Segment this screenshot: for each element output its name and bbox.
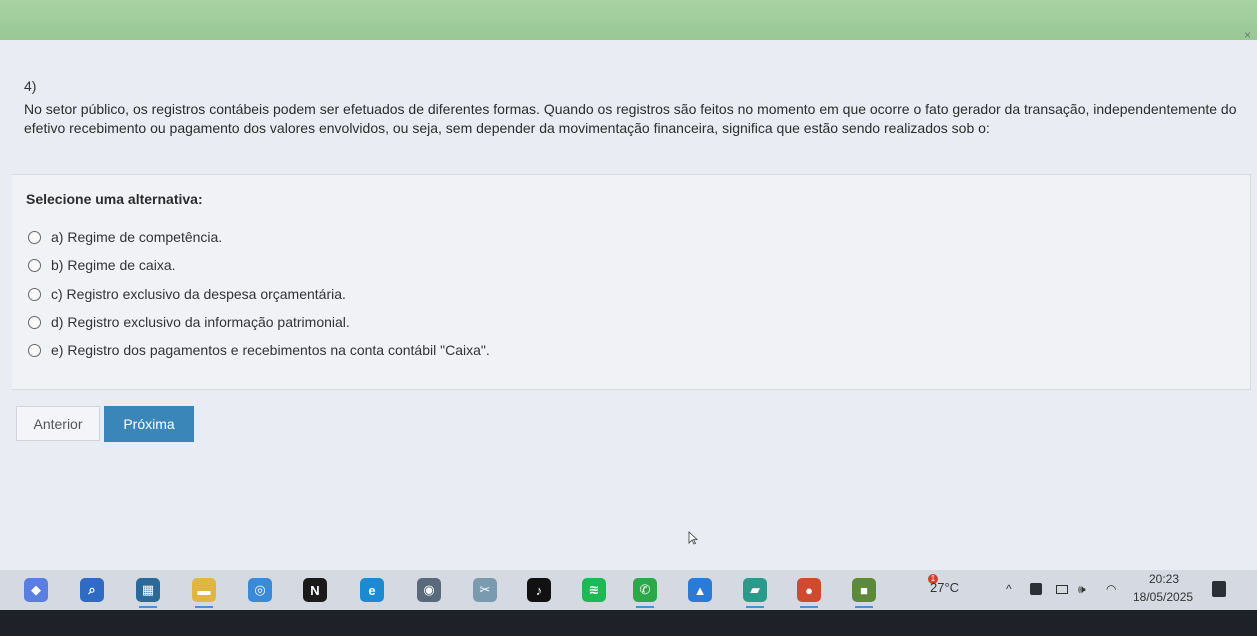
active-app-indicator xyxy=(746,606,764,608)
active-app-indicator xyxy=(855,606,873,608)
tray-chevron-icon[interactable]: ^ xyxy=(1006,582,1012,596)
next-button[interactable]: Próxima xyxy=(104,406,194,442)
option-e[interactable]: e) Registro dos pagamentos e recebimento… xyxy=(28,342,490,358)
battery-icon[interactable] xyxy=(1056,585,1068,594)
sound-icon[interactable]: 🕪 xyxy=(1078,582,1086,597)
whatsapp-icon[interactable]: ✆ xyxy=(633,578,657,602)
notification-icon[interactable] xyxy=(1212,581,1226,597)
tiktok-icon[interactable]: ♪ xyxy=(527,578,551,602)
clock-time[interactable]: 20:23 xyxy=(1149,572,1179,586)
magnifier-icon[interactable]: ◎ xyxy=(248,578,272,602)
radio-button-icon[interactable] xyxy=(28,343,41,357)
select-alternative-label: Selecione uma alternativa: xyxy=(26,191,203,207)
previous-button[interactable]: Anterior xyxy=(16,406,100,441)
mouse-cursor-icon xyxy=(688,531,698,545)
minecraft-icon[interactable]: ■ xyxy=(852,578,876,602)
radio-button-icon[interactable] xyxy=(28,230,41,244)
wifi-icon[interactable]: ◠ xyxy=(1106,582,1116,596)
quiz-page: 4) No setor público, os registros contáb… xyxy=(0,40,1257,570)
camera-icon[interactable]: ◉ xyxy=(417,578,441,602)
option-d[interactable]: d) Registro exclusivo da informação patr… xyxy=(28,314,350,330)
option-label: d) Registro exclusivo da informação patr… xyxy=(51,314,350,330)
gallery-icon[interactable]: ▰ xyxy=(743,578,767,602)
chrome-icon[interactable]: ● xyxy=(797,578,821,602)
file-explorer-icon[interactable]: ▬ xyxy=(192,578,216,602)
radio-button-icon[interactable] xyxy=(28,315,41,329)
tray-app-icon[interactable] xyxy=(1030,583,1042,595)
photos-icon[interactable]: ▲ xyxy=(688,578,712,602)
option-label: e) Registro dos pagamentos e recebimento… xyxy=(51,342,490,358)
top-header-bar: × xyxy=(0,0,1257,42)
radio-button-icon[interactable] xyxy=(28,258,41,272)
option-label: a) Regime de competência. xyxy=(51,229,223,245)
radio-button-icon[interactable] xyxy=(28,287,41,301)
question-number: 4) xyxy=(24,78,37,94)
taskbar: ◆ ⌕ ▦ ▬ ◎ Ne ◉ ✂ ♪ ≋ ✆ ▲ ▰ ● ■ 1 27°C ^ 🕪 ◠ 20:23 18/0… xyxy=(0,570,1257,610)
question-text: No setor público, os registros contábeis… xyxy=(24,101,1237,136)
alternatives-card: Selecione uma alternativa: a) Regime de … xyxy=(12,174,1251,390)
active-app-indicator xyxy=(800,606,818,608)
option-a[interactable]: a) Regime de competência. xyxy=(28,229,222,245)
spotify-icon[interactable]: ≋ xyxy=(582,578,606,602)
option-c[interactable]: c) Registro exclusivo da despesa orçamen… xyxy=(28,286,346,302)
search-icon[interactable]: ⌕ xyxy=(80,578,104,602)
clock-date[interactable]: 18/05/2025 xyxy=(1133,590,1193,604)
edge-icon[interactable]: e xyxy=(360,578,384,602)
option-label: c) Registro exclusivo da despesa orçamen… xyxy=(51,286,346,302)
calculator-icon[interactable]: ▦ xyxy=(136,578,160,602)
active-app-indicator xyxy=(195,606,213,608)
option-label: b) Regime de caixa. xyxy=(51,257,176,273)
weather-temperature[interactable]: 27°C xyxy=(930,580,959,595)
netflix-icon[interactable]: N xyxy=(303,578,327,602)
active-app-indicator xyxy=(139,606,157,608)
active-app-indicator xyxy=(636,606,654,608)
copilot-icon[interactable]: ◆ xyxy=(24,578,48,602)
option-b[interactable]: b) Regime de caixa. xyxy=(28,257,176,273)
screen-bezel xyxy=(0,610,1257,636)
snipping-tool-icon[interactable]: ✂ xyxy=(473,578,497,602)
